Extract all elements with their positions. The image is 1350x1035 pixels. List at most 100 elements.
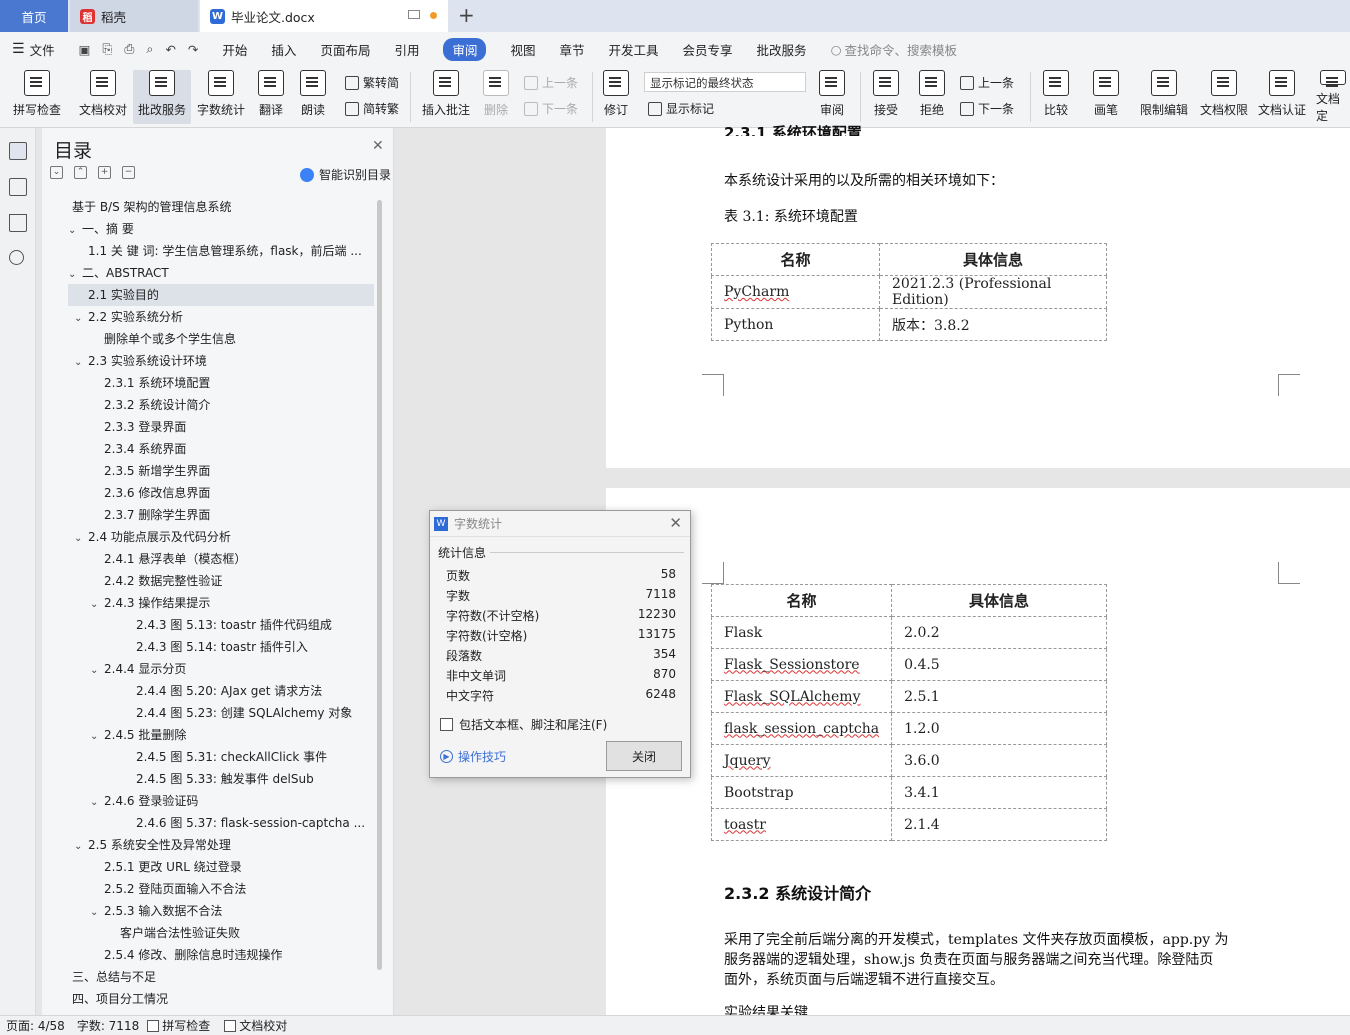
- tab-document[interactable]: W 毕业论文.docx: [200, 0, 448, 32]
- chevron-down-icon[interactable]: ⌄: [90, 594, 104, 614]
- markup-state-select[interactable]: 显示标记的最终状态: [644, 72, 806, 92]
- save-icon[interactable]: ▣: [79, 42, 91, 57]
- close-button[interactable]: 关闭: [606, 741, 682, 771]
- toc-item[interactable]: ⌄ 2.4.6 登录验证码: [68, 790, 374, 812]
- toc-item[interactable]: 2.3.6 修改信息界面: [68, 482, 374, 504]
- smart-toc-button[interactable]: 智能识别目录: [300, 166, 391, 183]
- find-icon[interactable]: [9, 250, 24, 265]
- toc-item[interactable]: ⌄ 二、ABSTRACT: [68, 262, 374, 284]
- menu-dev-tools[interactable]: 开发工具: [597, 32, 671, 66]
- redo-icon[interactable]: ↷: [188, 42, 198, 57]
- toc-item[interactable]: 2.4.6 图 5.37: flask-session-captcha ...: [68, 812, 374, 834]
- toc-item[interactable]: 四、项目分工情况: [68, 988, 374, 1010]
- toc-item[interactable]: 2.4.5 图 5.33: 触发事件 delSub: [68, 768, 374, 790]
- word-count-button[interactable]: 字数统计: [194, 70, 248, 124]
- menu-chapter[interactable]: 章节: [548, 32, 597, 66]
- monitor-icon[interactable]: [408, 10, 420, 19]
- doc-certify-button[interactable]: 文档认证: [1254, 70, 1310, 124]
- env-table-2[interactable]: 名称 具体信息 Flask 2.0.2 Flask_Sessionstore 0.4.…: [710, 584, 1107, 841]
- insert-comment-button[interactable]: 插入批注: [418, 70, 474, 124]
- add-heading-icon[interactable]: +: [98, 166, 111, 179]
- chevron-down-icon[interactable]: ⌄: [90, 902, 104, 922]
- chevron-down-icon[interactable]: ⌄: [90, 726, 104, 746]
- menu-page-layout[interactable]: 页面布局: [308, 32, 382, 66]
- menu-insert[interactable]: 插入: [259, 32, 308, 66]
- toc-item[interactable]: 2.5.1 更改 URL 绕过登录: [68, 856, 374, 878]
- review-pane-button[interactable]: 审阅: [812, 70, 852, 124]
- toc-item[interactable]: 2.3.5 新增学生界面: [68, 460, 374, 482]
- doc-finalize-button[interactable]: 文档定: [1316, 70, 1350, 124]
- paragraph-line[interactable]: 面外，系统页面与后端逻辑不进行直接交互。: [724, 969, 1004, 989]
- paragraph-line-cut[interactable]: 实验结果关键...: [724, 1002, 821, 1015]
- reject-button[interactable]: 拒绝: [912, 70, 952, 124]
- chevron-down-icon[interactable]: ⌄: [90, 660, 104, 680]
- toc-item[interactable]: 客户端合法性验证失败: [68, 922, 374, 944]
- menu-references[interactable]: 引用: [382, 32, 431, 66]
- toc-item[interactable]: 2.4.4 图 5.20: AJax get 请求方法: [68, 680, 374, 702]
- doc-check-button[interactable]: 文档校对: [76, 70, 130, 124]
- toc-item[interactable]: 2.3.1 系统环境配置: [68, 372, 374, 394]
- simp-to-trad-button[interactable]: 简转繁: [345, 100, 399, 117]
- accept-button[interactable]: 接受: [866, 70, 906, 124]
- toc-item[interactable]: ⌄ 2.5.3 输入数据不合法: [68, 900, 374, 922]
- pen-button[interactable]: 画笔: [1088, 70, 1124, 124]
- chevron-down-icon[interactable]: ⌄: [74, 836, 88, 856]
- toc-item[interactable]: 基于 B/S 架构的管理信息系统: [68, 196, 374, 218]
- chapter-view-icon[interactable]: [9, 178, 27, 196]
- toc-item[interactable]: 2.4.4 图 5.23: 创建 SQLAlchemy 对象: [68, 702, 374, 724]
- menu-member[interactable]: 会员专享: [671, 32, 745, 66]
- status-doc-check[interactable]: 文档校对: [224, 1017, 287, 1034]
- intro-paragraph[interactable]: 本系统设计采用的以及所需的相关环境如下：: [724, 170, 1004, 190]
- file-menu[interactable]: ☰ 文件: [0, 32, 67, 66]
- toc-item[interactable]: ⌄ 2.4.4 显示分页: [68, 658, 374, 680]
- show-markup-button[interactable]: 显示标记: [648, 100, 714, 117]
- toc-item[interactable]: 2.3.4 系统界面: [68, 438, 374, 460]
- print-icon[interactable]: ⎙: [124, 41, 134, 57]
- new-tab-button[interactable]: +: [458, 3, 475, 27]
- section-heading-2-3-2[interactable]: 2.3.2 系统设计简介: [724, 880, 871, 904]
- expand-all-icon[interactable]: ⌃: [74, 166, 87, 179]
- paragraph-line[interactable]: 采用了完全前后端分离的开发模式，templates 文件夹存放页面模板，app.…: [724, 929, 1229, 949]
- print-preview-icon[interactable]: ⌕: [146, 41, 153, 57]
- toc-item[interactable]: 2.4.3 图 5.14: toastr 插件引入: [68, 636, 374, 658]
- chevron-down-icon[interactable]: ⌄: [74, 528, 88, 548]
- chevron-down-icon[interactable]: ⌄: [68, 264, 82, 284]
- chevron-down-icon[interactable]: ⌄: [90, 792, 104, 812]
- track-changes-button[interactable]: 修订: [598, 70, 634, 124]
- correction-service-button[interactable]: 批改服务: [133, 70, 191, 124]
- restrict-edit-button[interactable]: 限制编辑: [1136, 70, 1192, 124]
- next-comment-button[interactable]: 下一条: [524, 100, 578, 117]
- tips-link[interactable]: ▶ 操作技巧: [440, 748, 506, 765]
- status-spell-check[interactable]: 拼写检查: [147, 1017, 210, 1034]
- toc-item[interactable]: 2.4.3 图 5.13: toastr 插件代码组成: [68, 614, 374, 636]
- read-aloud-button[interactable]: 朗读: [296, 70, 330, 124]
- toc-item[interactable]: 2.5.2 登陆页面输入不合法: [68, 878, 374, 900]
- chevron-down-icon[interactable]: ⌄: [74, 308, 88, 328]
- toc-item[interactable]: 删除单个或多个学生信息: [68, 328, 374, 350]
- tab-home[interactable]: 首页: [0, 0, 68, 32]
- command-search[interactable]: ○ 查找命令、搜索模板: [819, 32, 969, 66]
- toc-item[interactable]: 三、总结与不足: [68, 966, 374, 988]
- toc-item[interactable]: 2.4.2 数据完整性验证: [68, 570, 374, 592]
- prev-change-button[interactable]: 上一条: [960, 74, 1014, 91]
- toc-item[interactable]: 2.5.4 修改、删除信息时违规操作: [68, 944, 374, 966]
- bookmark-icon[interactable]: [9, 214, 27, 232]
- word-count-indicator[interactable]: 字数: 7118: [77, 1017, 139, 1034]
- toc-item[interactable]: 2.4.5 图 5.31: checkAllClick 事件: [68, 746, 374, 768]
- menu-correction[interactable]: 批改服务: [745, 32, 819, 66]
- toc-item[interactable]: 2.3.7 删除学生界面: [68, 504, 374, 526]
- include-textbox-checkbox[interactable]: 包括文本框、脚注和尾注(F): [440, 716, 607, 733]
- table-caption[interactable]: 表 3.1: 系统环境配置: [724, 206, 858, 226]
- dialog-title-bar[interactable]: W 字数统计: [430, 511, 690, 537]
- toc-item[interactable]: ⌄ 一、摘 要: [68, 218, 374, 240]
- paragraph-line[interactable]: 服务器端的逻辑处理，show.js 负责在页面与服务器端之间充当代理。除登陆页: [724, 949, 1213, 969]
- export-pdf-icon[interactable]: ⎘: [102, 41, 112, 57]
- toc-item[interactable]: ⌄ 2.2 实验系统分析: [68, 306, 374, 328]
- env-table-1[interactable]: 名称 具体信息 PyCharm 2021.2.3 (Professional Edi…: [711, 243, 1107, 341]
- menu-review[interactable]: 审阅: [431, 32, 498, 66]
- toc-view-icon[interactable]: [9, 142, 27, 160]
- toc-item[interactable]: 2.3.3 登录界面: [68, 416, 374, 438]
- undo-icon[interactable]: ↶: [165, 42, 175, 57]
- close-icon[interactable]: ✕: [669, 514, 682, 532]
- collapse-all-icon[interactable]: ⌄: [50, 166, 63, 179]
